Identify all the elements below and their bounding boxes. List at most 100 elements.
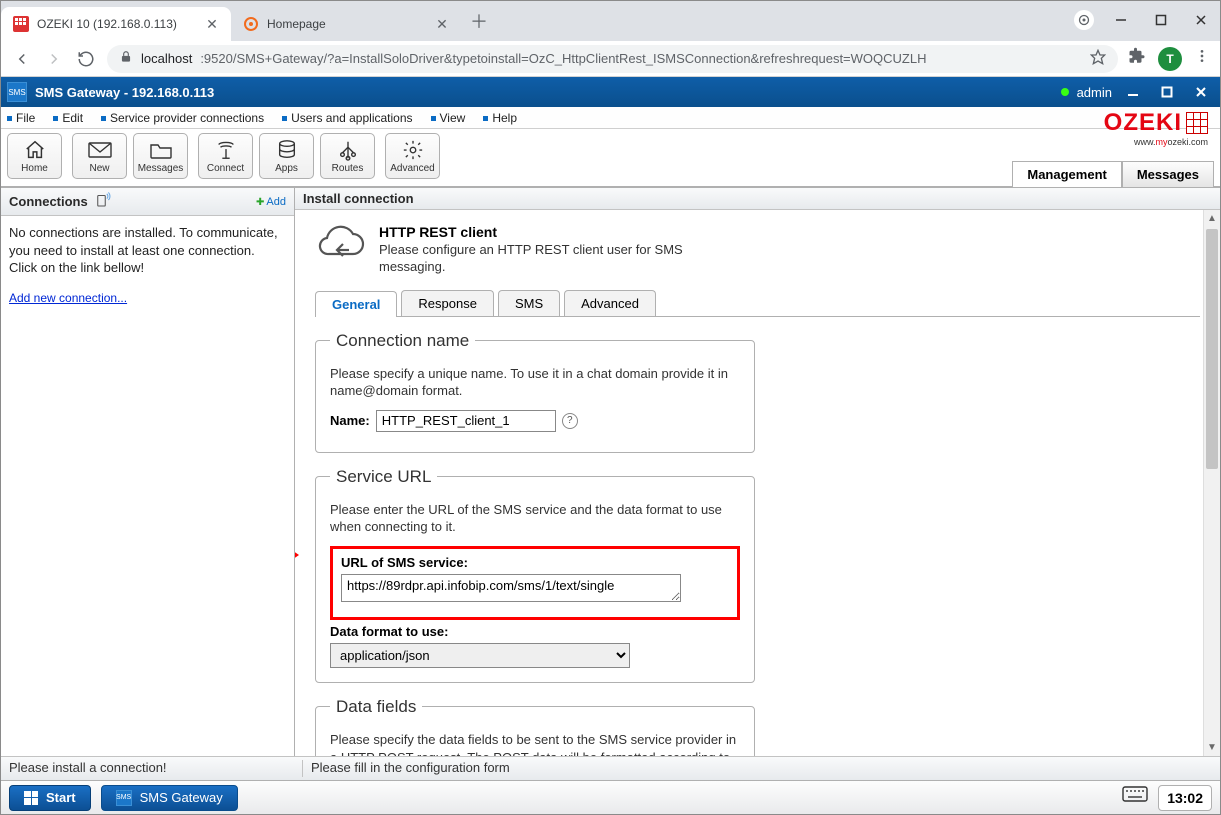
database-icon xyxy=(276,139,298,161)
browser-extensions: T xyxy=(1128,47,1210,71)
scrollbar[interactable]: ▲ ▼ xyxy=(1203,210,1220,756)
status-left: Please install a connection! xyxy=(9,760,303,777)
service-url-legend: Service URL xyxy=(330,467,437,487)
app-minimize-button[interactable] xyxy=(1120,81,1146,103)
gear-icon xyxy=(402,139,424,161)
add-new-connection-link[interactable]: Add new connection... xyxy=(9,291,127,305)
tab-advanced[interactable]: Advanced xyxy=(564,290,656,316)
toolbar-routes-button[interactable]: Routes xyxy=(320,133,375,179)
toolbar-home-button[interactable]: Home xyxy=(7,133,62,179)
connections-empty-text: No connections are installed. To communi… xyxy=(9,224,286,277)
tab-general[interactable]: General xyxy=(315,291,397,317)
profile-avatar[interactable]: T xyxy=(1158,47,1182,71)
highlighted-url-box: URL of SMS service: https://89rdpr.api.i… xyxy=(330,546,740,620)
back-button[interactable] xyxy=(11,48,33,70)
menu-help[interactable]: Help xyxy=(483,111,517,125)
toolbar-messages-button[interactable]: Messages xyxy=(133,133,188,179)
install-panel-title: Install connection xyxy=(295,188,1220,210)
tab-response[interactable]: Response xyxy=(401,290,494,316)
menu-service-provider[interactable]: Service provider connections xyxy=(101,111,264,125)
app-close-button[interactable] xyxy=(1188,81,1214,103)
browser-tab-active[interactable]: OZEKI 10 (192.168.0.113) ✕ xyxy=(1,7,231,41)
home-icon xyxy=(24,139,46,161)
app-icon: SMS xyxy=(7,82,27,102)
menu-edit[interactable]: Edit xyxy=(53,111,83,125)
url-label: URL of SMS service: xyxy=(341,555,729,570)
menu-users[interactable]: Users and applications xyxy=(282,111,412,125)
tab-title: OZEKI 10 (192.168.0.113) xyxy=(37,17,197,31)
browser-menu-icon[interactable] xyxy=(1194,48,1210,69)
window-close-button[interactable] xyxy=(1188,7,1214,33)
data-format-select[interactable]: application/json xyxy=(330,643,630,668)
connection-name-legend: Connection name xyxy=(330,331,475,351)
antenna-small-icon xyxy=(94,191,112,212)
window-minimize-button[interactable] xyxy=(1108,7,1134,33)
status-dot-icon xyxy=(1061,88,1069,96)
scroll-thumb[interactable] xyxy=(1206,229,1218,469)
help-icon[interactable]: ? xyxy=(562,413,578,429)
workspace-tabs: Management Messages xyxy=(1012,161,1214,187)
service-url-input[interactable]: https://89rdpr.api.infobip.com/sms/1/tex… xyxy=(341,574,681,602)
extensions-icon[interactable] xyxy=(1128,47,1146,70)
add-connection-link[interactable]: Add xyxy=(256,196,286,208)
reload-button[interactable] xyxy=(75,48,97,70)
toolbar-apps-button[interactable]: Apps xyxy=(259,133,314,179)
bookmark-star-icon[interactable] xyxy=(1090,49,1106,68)
taskbar-app-button[interactable]: SMS SMS Gateway xyxy=(101,785,238,811)
tab-close-icon[interactable]: ✕ xyxy=(435,17,449,31)
tab-sms[interactable]: SMS xyxy=(498,290,560,316)
start-grid-icon xyxy=(24,791,38,805)
service-url-hint: Please enter the URL of the SMS service … xyxy=(330,501,740,536)
taskbar-clock[interactable]: 13:02 xyxy=(1158,785,1212,811)
toolbar: Home New Messages Connect Apps Routes xyxy=(1,129,1220,187)
taskbar: Start SMS SMS Gateway 13:02 xyxy=(1,780,1220,814)
menubar: File Edit Service provider connections U… xyxy=(1,107,1220,129)
address-bar[interactable]: localhost:9520/SMS+Gateway/?a=InstallSol… xyxy=(107,45,1118,73)
workspace: Connections Add No connections are insta… xyxy=(1,187,1220,756)
routes-icon xyxy=(337,139,359,161)
data-fields-hint: Please specify the data fields to be sen… xyxy=(330,731,740,756)
tab-messages[interactable]: Messages xyxy=(1122,161,1214,187)
callout-arrow-icon xyxy=(295,520,299,590)
browser-tabstrip: OZEKI 10 (192.168.0.113) ✕ Homepage ✕ ＋ xyxy=(1,1,1220,41)
config-tabs: General Response SMS Advanced xyxy=(315,290,1200,317)
driver-name: HTTP REST client xyxy=(379,224,689,240)
menu-file[interactable]: File xyxy=(7,111,35,125)
tab-close-icon[interactable]: ✕ xyxy=(205,17,219,31)
toolbar-advanced-button[interactable]: Advanced xyxy=(385,133,440,179)
app-maximize-button[interactable] xyxy=(1154,81,1180,103)
tab-favicon xyxy=(243,16,259,32)
window-maximize-button[interactable] xyxy=(1148,7,1174,33)
scroll-down-icon[interactable]: ▼ xyxy=(1204,739,1220,756)
tab-management[interactable]: Management xyxy=(1012,161,1121,187)
keyboard-icon[interactable] xyxy=(1122,786,1148,809)
window-controls xyxy=(1074,7,1214,33)
app-titlebar: SMS SMS Gateway - 192.168.0.113 admin xyxy=(1,77,1220,107)
new-tab-button[interactable]: ＋ xyxy=(465,7,493,35)
folder-icon xyxy=(149,139,173,161)
data-fields-fieldset: Data fields Please specify the data fiel… xyxy=(315,697,755,756)
menu-view[interactable]: View xyxy=(431,111,466,125)
install-panel: Install connection HTTP REST client Plea… xyxy=(295,188,1220,756)
toolbar-new-button[interactable]: New xyxy=(72,133,127,179)
forward-button[interactable] xyxy=(43,48,65,70)
connections-panel: Connections Add No connections are insta… xyxy=(1,188,295,756)
brand-logo[interactable]: OZEKI www.myozeki.com xyxy=(1104,109,1212,147)
start-button[interactable]: Start xyxy=(9,785,91,811)
data-fields-legend: Data fields xyxy=(330,697,422,717)
account-indicator-icon[interactable] xyxy=(1074,10,1094,30)
logo-grid-icon xyxy=(1186,112,1208,134)
scroll-up-icon[interactable]: ▲ xyxy=(1204,210,1220,227)
site-info-icon[interactable] xyxy=(119,50,133,67)
tab-favicon xyxy=(13,16,29,32)
connection-name-input[interactable] xyxy=(376,410,556,432)
url-host: localhost xyxy=(141,51,192,66)
envelope-icon xyxy=(88,139,112,161)
status-right: Please fill in the configuration form xyxy=(303,760,1212,777)
install-form-scroll: HTTP REST client Please configure an HTT… xyxy=(295,210,1220,756)
toolbar-connect-button[interactable]: Connect xyxy=(198,133,253,179)
browser-tab[interactable]: Homepage ✕ xyxy=(231,7,461,41)
app-title: SMS Gateway - 192.168.0.113 xyxy=(35,85,214,100)
browser-toolbar: localhost:9520/SMS+Gateway/?a=InstallSol… xyxy=(1,41,1220,77)
app-user[interactable]: admin xyxy=(1077,85,1112,100)
